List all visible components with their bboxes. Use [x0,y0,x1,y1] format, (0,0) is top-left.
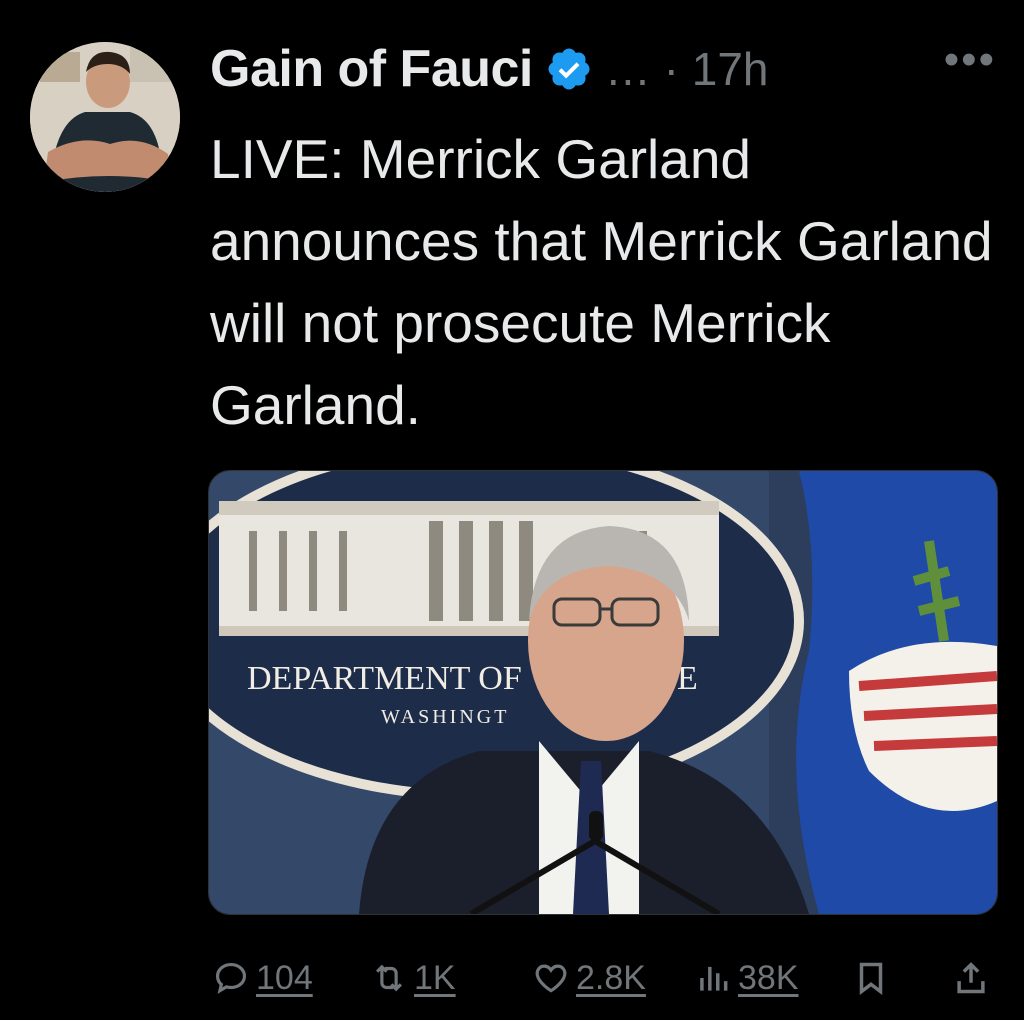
seal-text-line1: DEPARTMENT OF [247,660,522,697]
reply-count: 104 [256,958,313,997]
like-button[interactable]: 2.8K [532,952,646,1004]
more-options-icon[interactable]: ••• [944,38,996,82]
reply-icon [215,962,247,994]
tweet-action-bar: 104 1K 2.8K 38K [212,952,1004,1004]
bookmark-button[interactable] [852,952,896,1004]
tweet-header: Gain of Fauci … · 17h [210,34,1004,104]
tweet-timestamp[interactable]: … · 17h [605,42,769,96]
heart-icon [535,964,567,993]
avatar-photo [30,42,180,192]
seal-text-line2: WASHINGT [381,706,509,728]
repost-button[interactable]: 1K [370,952,456,1004]
bookmark-icon [859,962,883,995]
like-count: 2.8K [576,958,646,997]
views-button[interactable]: 38K [694,952,799,1004]
reply-button[interactable]: 104 [212,952,313,1004]
tweet-media-image[interactable]: DEPARTMENT OF E WASHINGT [208,470,998,915]
share-button[interactable] [952,952,996,1004]
repost-icon [376,964,402,992]
author-display-name[interactable]: Gain of Fauci [210,39,533,99]
repost-count: 1K [414,958,456,997]
views-chart-icon [700,966,728,991]
author-avatar[interactable] [30,42,180,192]
share-icon [957,962,985,994]
tweet-text: LIVE: Merrick Garland announces that Mer… [210,128,993,436]
views-count: 38K [738,958,799,997]
verified-badge-icon [545,45,593,93]
